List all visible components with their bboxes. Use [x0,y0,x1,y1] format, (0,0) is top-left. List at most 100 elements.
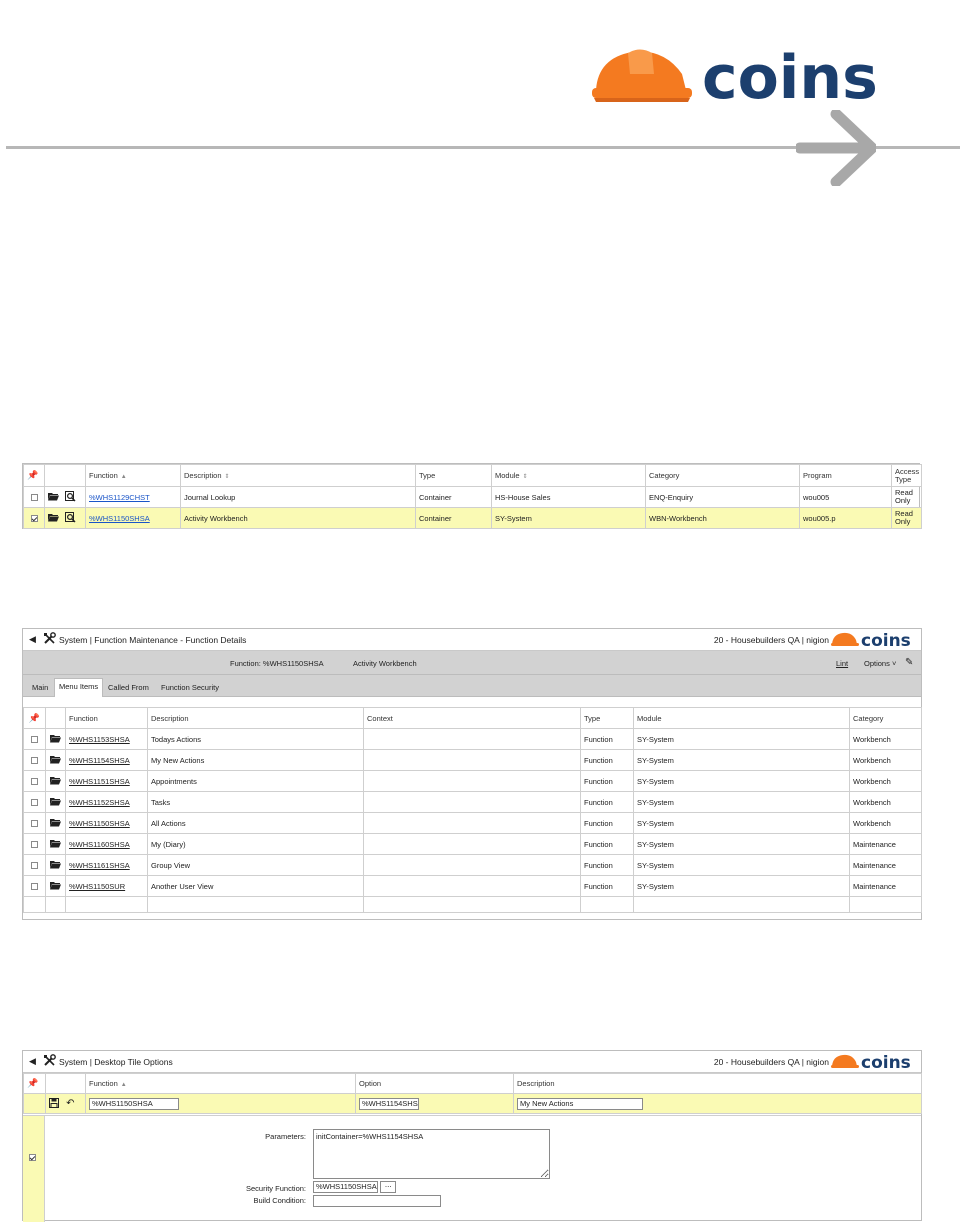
function-link[interactable]: %WHS1161SHSA [69,861,130,870]
function-column-header[interactable]: Function ▲ [85,1073,356,1094]
table-row[interactable]: %WHS1161SHSA Group View Function SY-System M… [23,854,922,876]
row-checkbox[interactable] [31,820,38,828]
description-cell: Tasks [147,791,364,813]
window-titlebar: ◀ System | Function Maintenance - Functi… [23,629,921,651]
program-column-header[interactable]: Program [799,464,892,487]
folder-open-icon[interactable] [50,776,61,787]
table-row[interactable]: %WHS1152SHSA Tasks Function SY-System Workbe… [23,791,922,813]
folder-open-icon[interactable] [48,513,59,524]
function-details-panel: ◀ System | Function Maintenance - Functi… [22,628,922,920]
description-column-header[interactable]: Description [513,1073,922,1094]
function-link[interactable]: %WHS1154SHSA [69,756,130,765]
coins-logo: coins [592,44,878,113]
function-input[interactable]: %WHS1150SHSA [89,1097,179,1110]
description-cell: Another User View [147,875,364,897]
category-cell: Workbench [849,749,922,771]
pin-column-header[interactable]: 📌 [23,1073,46,1094]
table-row[interactable]: %WHS1150SUR Another User View Function SY-S… [23,875,922,897]
context-cell [363,875,581,897]
access-type-cell: Read Only [891,486,922,508]
description-column-header[interactable]: Description [147,707,364,729]
function-link[interactable]: %WHS1153SHSA [69,735,130,744]
function-link[interactable]: %WHS1152SHSA [69,798,130,807]
table-row[interactable]: %WHS1129CHST Journal Lookup Container HS… [23,486,922,508]
save-icon[interactable] [49,1097,59,1110]
sort-icon: ⇕ [224,474,230,480]
options-menu[interactable]: Options ˅ [864,659,896,668]
back-icon[interactable]: ◀ [29,634,36,645]
function-link[interactable]: %WHS1129CHST [89,493,150,502]
function-link[interactable]: %WHS1150SUR [69,882,125,891]
row-checkbox[interactable] [31,862,38,870]
folder-open-icon[interactable] [50,839,61,850]
window-title: System | Desktop Tile Options [59,1057,173,1067]
function-link[interactable]: %WHS1150SHSA [69,819,130,828]
tab-function-security[interactable]: Function Security [157,680,223,695]
category-column-header[interactable]: Category [645,464,800,487]
row-checkbox[interactable] [31,841,38,849]
table-row-editing[interactable]: ↶ %WHS1150SHSA %WHS1154SHS/ My New Actio… [23,1093,922,1114]
category-cell: Workbench [849,770,922,792]
option-column-header[interactable]: Option [355,1073,514,1094]
row-checkbox[interactable] [31,778,38,786]
context-column-header[interactable]: Context [363,707,581,729]
row-checkbox[interactable] [31,883,38,891]
inspect-icon[interactable] [65,511,76,525]
function-link[interactable]: %WHS1160SHSA [69,840,130,849]
row-checkbox[interactable] [31,736,38,744]
back-icon[interactable]: ◀ [29,1056,36,1067]
inspect-icon[interactable] [65,490,76,504]
function-link[interactable]: %WHS1150SHSA [89,514,150,523]
parameters-textarea[interactable]: initContainer=%WHS1154SHSA [313,1129,550,1179]
build-condition-input[interactable] [313,1195,441,1207]
tools-icon [43,1054,56,1069]
table-row[interactable]: %WHS1153SHSA Todays Actions Function SY-Sys… [23,728,922,750]
pencil-icon[interactable]: ✎ [905,657,913,668]
type-column-header[interactable]: Type [415,464,492,487]
type-column-header[interactable]: Type [580,707,634,729]
sort-icon: ⇕ [522,474,528,480]
option-input[interactable]: %WHS1154SHS/ [359,1097,419,1110]
row-checkbox[interactable] [31,757,38,765]
table-row[interactable]: %WHS1154SHSA My New Actions Function SY-Sys… [23,749,922,771]
function-column-header[interactable]: Function [65,707,148,729]
table-row[interactable]: %WHS1160SHSA My (Diary) Function SY-System M… [23,833,922,855]
module-cell: SY-System [491,507,646,529]
pin-column-header[interactable]: 📌 [23,707,46,729]
arrow-right-icon [796,110,876,186]
function-link[interactable]: %WHS1151SHSA [69,777,130,786]
folder-open-icon[interactable] [50,755,61,766]
folder-open-icon[interactable] [50,818,61,829]
row-checkbox[interactable] [29,1154,36,1161]
sort-asc-icon: ▲ [120,1082,127,1088]
lookup-button[interactable]: ... [380,1181,397,1193]
tab-menu-items[interactable]: Menu Items [54,678,104,697]
undo-icon[interactable]: ↶ [66,1098,74,1109]
table-row[interactable]: %WHS1150SHSA All Actions Function SY-System… [23,812,922,834]
category-cell: Maintenance [849,875,922,897]
folder-open-icon[interactable] [50,734,61,745]
pin-column-header[interactable]: 📌 [23,464,45,487]
access-type-column-header[interactable]: Access Type [891,464,922,487]
folder-open-icon[interactable] [50,881,61,892]
category-column-header[interactable]: Category [849,707,922,729]
row-checkbox[interactable] [31,799,38,807]
access-type-cell: Read Only [891,507,922,529]
lint-link[interactable]: Lint [836,659,848,668]
module-column-header[interactable]: Module [633,707,850,729]
row-checkbox[interactable] [30,515,38,523]
tab-called-from[interactable]: Called From [104,680,153,695]
folder-open-icon[interactable] [50,797,61,808]
table-row[interactable]: %WHS1151SHSA Appointments Function SY-Syste… [23,770,922,792]
security-function-input[interactable]: %WHS1150SHSA [313,1181,378,1193]
row-checkbox[interactable] [30,494,38,502]
function-column-header[interactable]: Function ▲ [85,464,181,487]
tab-main[interactable]: Main [28,680,52,695]
tab-bar: Main Menu Items Called From Function Sec… [23,675,921,697]
module-column-header[interactable]: Module ⇕ [491,464,646,487]
table-row-selected[interactable]: %WHS1150SHSA Activity Workbench Containe… [23,507,922,529]
description-input[interactable]: My New Actions [517,1097,643,1110]
folder-open-icon[interactable] [50,860,61,871]
description-column-header[interactable]: Description ⇕ [180,464,416,487]
folder-open-icon[interactable] [48,492,59,503]
